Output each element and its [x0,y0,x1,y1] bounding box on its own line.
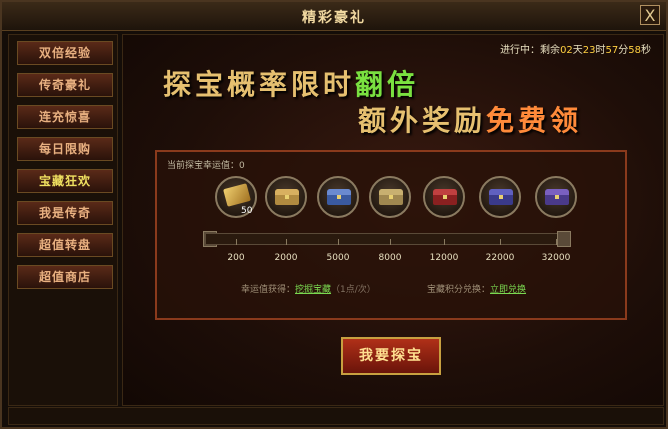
chest-gold-icon [379,189,403,205]
footer-bar [8,407,664,425]
chest-purple-icon [489,189,513,205]
sidebar-item-recharge-surprise[interactable]: 连充惊喜 [17,105,113,129]
threshold-label: 8000 [378,253,402,263]
sidebar-item-value-wheel[interactable]: 超值转盘 [17,233,113,257]
sidebar: 双倍经验 传奇豪礼 连充惊喜 每日限购 宝藏狂欢 我是传奇 超值转盘 超值商店 [8,34,118,406]
reward-slot-6[interactable] [535,176,577,218]
sidebar-item-treasure-carnival[interactable]: 宝藏狂欢 [17,169,113,193]
chest-purple-icon [545,189,569,205]
main-content: 进行中：剩余02天23时57分58秒 探宝概率限时翻倍 额外奖励免费领 当前探宝… [122,34,664,406]
reward-slot-4[interactable] [423,176,465,218]
threshold-label: 22000 [485,253,515,263]
threshold-label: 5000 [326,253,350,263]
event-window: 精彩豪礼 X 双倍经验 传奇豪礼 连充惊喜 每日限购 宝藏狂欢 我是传奇 超值转… [0,0,668,429]
sidebar-item-double-exp[interactable]: 双倍经验 [17,41,113,65]
threshold-label: 12000 [429,253,459,263]
close-button[interactable]: X [640,5,660,25]
treasure-panel: 当前探宝幸运值：0 50 200 2000 5000 8000 12000 22… [155,150,627,320]
progress-tick [500,239,501,245]
title-bar: 精彩豪礼 X [2,2,666,31]
progress-tick [286,239,287,245]
scroll-icon [223,183,251,207]
threshold-label: 32000 [541,253,571,263]
progress-tick [444,239,445,245]
luck-value-label: 当前探宝幸运值：0 [167,161,245,171]
progress-tick [338,239,339,245]
chest-red-icon [433,189,457,205]
reward-slot-1[interactable] [265,176,307,218]
sidebar-item-legend-gift[interactable]: 传奇豪礼 [17,73,113,97]
scroll-count: 50 [241,206,253,216]
exchange-info: 宝藏积分兑换：立即兑换 [427,285,527,295]
progress-bar-right-cap [557,231,571,247]
progress-tick [390,239,391,245]
luck-gain-info: 幸运值获得：挖掘宝藏（1点/次） [241,285,376,295]
sidebar-item-daily-limited[interactable]: 每日限购 [17,137,113,161]
chest-gold-icon [275,189,299,205]
explore-treasure-button[interactable]: 我要探宝 [341,337,441,375]
reward-slot-3[interactable] [369,176,411,218]
banner-line-2: 额外奖励免费领 [358,104,583,137]
reward-slot-5[interactable] [479,176,521,218]
threshold-label: 200 [227,253,245,263]
exchange-now-link[interactable]: 立即兑换 [490,285,526,295]
dig-treasure-link[interactable]: 挖掘宝藏 [295,285,331,295]
progress-tick [236,239,237,245]
chest-blue-icon [327,189,351,205]
window-title: 精彩豪礼 [302,10,366,26]
progress-tick [556,239,557,245]
countdown-status: 进行中：剩余02天23时57分58秒 [500,45,651,56]
threshold-label: 2000 [274,253,298,263]
banner-line-1: 探宝概率限时翻倍 [163,68,420,101]
reward-slot-2[interactable] [317,176,359,218]
sidebar-item-i-am-legend[interactable]: 我是传奇 [17,201,113,225]
reward-slot-0[interactable]: 50 [215,176,257,218]
luck-progress-bar [205,233,565,245]
sidebar-item-value-shop[interactable]: 超值商店 [17,265,113,289]
